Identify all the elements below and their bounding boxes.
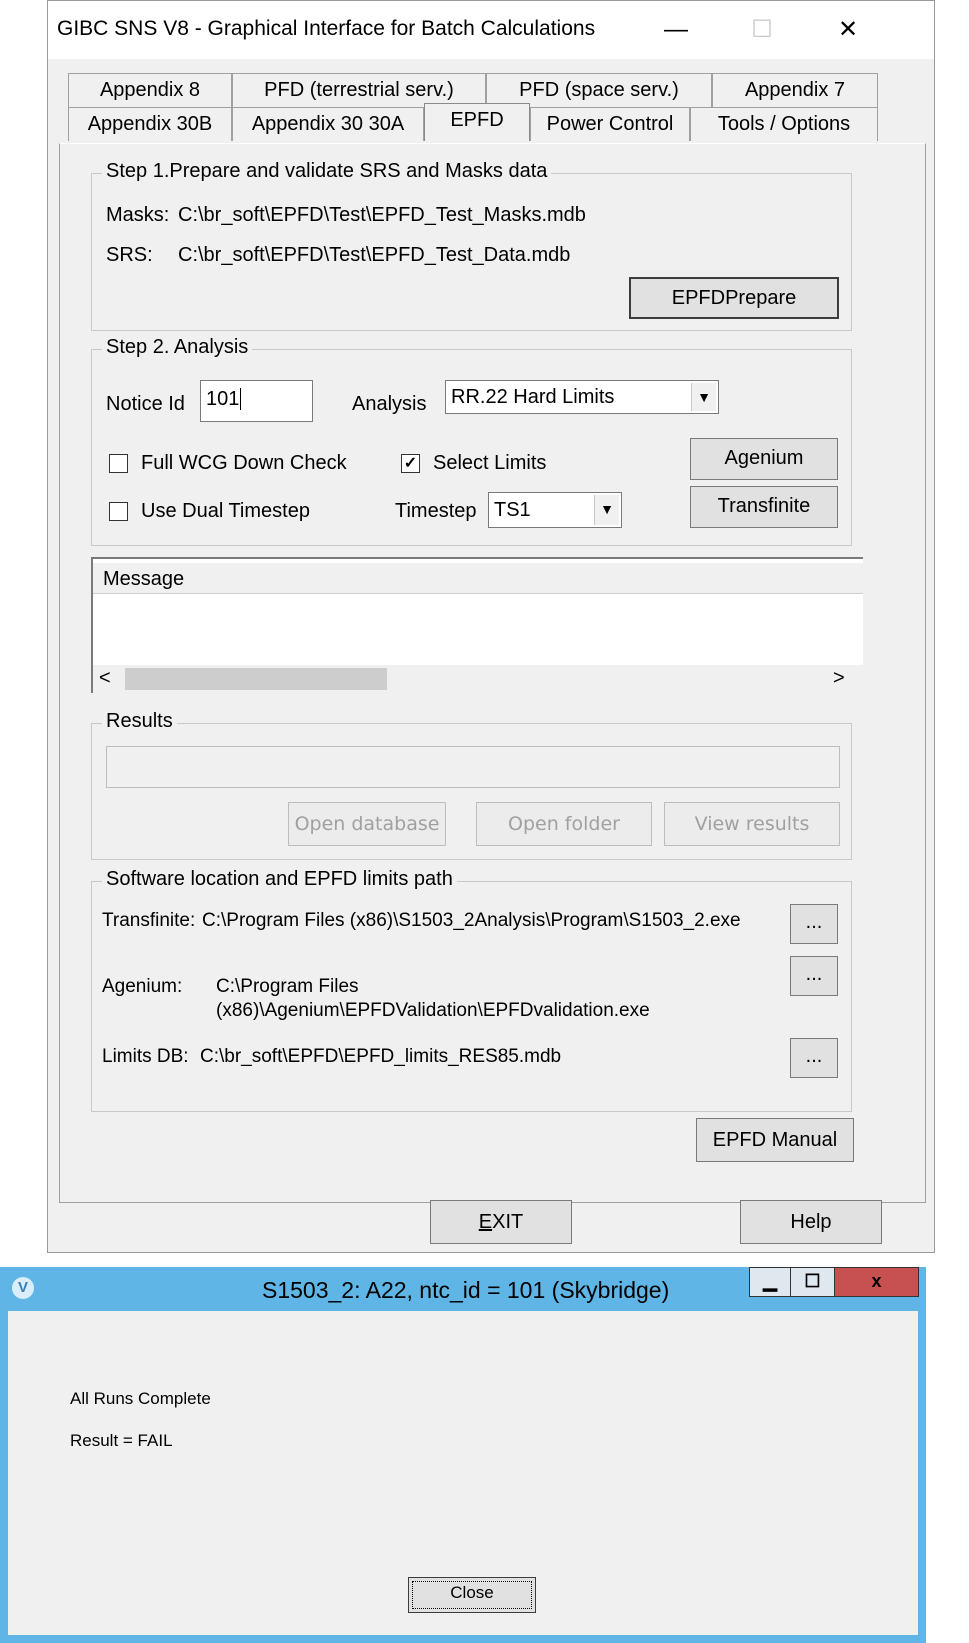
tab-epfd[interactable]: EPFD — [424, 103, 530, 141]
window-title: GIBC SNS V8 - Graphical Interface for Ba… — [57, 17, 596, 40]
analysis-label: Analysis — [352, 393, 427, 415]
masks-label: Masks: — [106, 204, 170, 226]
maximize-button[interactable]: ☐ — [734, 1, 790, 59]
agenium-path-line1: C:\Program Files — [216, 976, 359, 997]
dual-timestep-label: Use Dual Timestep — [141, 500, 310, 522]
popup-minimize-button[interactable]: ▁ — [749, 1267, 791, 1297]
horizontal-scrollbar[interactable]: < > — [93, 665, 863, 693]
popup-close-button[interactable]: x — [835, 1267, 919, 1297]
popup-title: S1503_2: A22, ntc_id = 101 (Skybridge) — [262, 1277, 670, 1303]
tab-appendix-8[interactable]: Appendix 8 — [68, 73, 232, 107]
minimize-button[interactable]: — — [648, 1, 704, 59]
popup-close-action-button[interactable]: Close — [408, 1577, 536, 1613]
dropdown-arrow-icon[interactable]: ▼ — [691, 383, 716, 411]
results-legend: Results — [102, 710, 177, 733]
notice-id-label: Notice Id — [106, 393, 185, 415]
full-wcg-label: Full WCG Down Check — [141, 452, 347, 474]
main-titlebar[interactable]: GIBC SNS V8 - Graphical Interface for Ba… — [48, 1, 934, 59]
result-line: Result = FAIL — [70, 1431, 173, 1450]
agenium-path-line2: (x86)\Agenium\EPFDValidation\EPFDvalidat… — [216, 1000, 650, 1021]
srs-label: SRS: — [106, 244, 153, 266]
masks-path: C:\br_soft\EPFD\Test\EPFD_Test_Masks.mdb — [178, 204, 586, 226]
close-button[interactable]: ✕ — [820, 1, 876, 59]
tab-tools-options[interactable]: Tools / Options — [690, 107, 878, 141]
step2-group: Step 2. Analysis Notice Id 101 Analysis … — [91, 336, 852, 546]
limits-db-label: Limits DB: — [102, 1046, 189, 1067]
software-legend: Software location and EPFD limits path — [102, 868, 457, 891]
popup-titlebar[interactable]: V S1503_2: A22, ntc_id = 101 (Skybridge)… — [0, 1267, 926, 1311]
timestep-label: Timestep — [395, 500, 477, 522]
exit-button[interactable]: EXIT — [430, 1200, 572, 1244]
scroll-left-icon[interactable]: < — [99, 667, 111, 690]
srs-path: C:\br_soft\EPFD\Test\EPFD_Test_Data.mdb — [178, 244, 571, 266]
tab-appendix-30-30a[interactable]: Appendix 30 30A — [232, 107, 424, 141]
analysis-value: RR.22 Hard Limits — [451, 386, 615, 408]
tab-panel-epfd: Step 1.Prepare and validate SRS and Mask… — [59, 143, 926, 1203]
checkmark-icon: ✓ — [403, 455, 418, 472]
message-column-header[interactable]: Message — [93, 563, 863, 594]
step2-legend: Step 2. Analysis — [102, 336, 253, 359]
full-wcg-checkbox[interactable] — [109, 454, 128, 473]
main-window: GIBC SNS V8 - Graphical Interface for Ba… — [47, 0, 935, 1253]
popup-client: All Runs Complete Result = FAIL Close — [8, 1311, 918, 1635]
epfd-prepare-button[interactable]: EPFDPrepare — [629, 277, 839, 319]
tab-power-control[interactable]: Power Control — [530, 107, 690, 141]
scrollbar-thumb[interactable] — [125, 668, 387, 690]
dropdown-arrow-icon[interactable]: ▼ — [594, 495, 619, 525]
message-header-label: Message — [103, 568, 185, 590]
timestep-value: TS1 — [494, 499, 531, 521]
tab-appendix-30b[interactable]: Appendix 30B — [68, 107, 232, 141]
epfd-manual-button[interactable]: EPFD Manual — [696, 1118, 854, 1162]
dual-timestep-checkbox[interactable] — [109, 502, 128, 521]
timestep-select[interactable]: TS1 ▼ — [488, 492, 622, 528]
tab-pfd-space[interactable]: PFD (space serv.) — [486, 73, 712, 107]
software-group: Software location and EPFD limits path T… — [91, 868, 852, 1112]
agenium-browse-button[interactable]: ... — [790, 956, 838, 996]
results-field — [106, 746, 840, 788]
transfinite-path-label: Transfinite: — [102, 910, 196, 931]
notice-id-input[interactable]: 101 — [200, 380, 313, 422]
open-folder-button[interactable]: Open folder — [476, 802, 652, 846]
limits-db-path: C:\br_soft\EPFD\EPFD_limits_RES85.mdb — [200, 1046, 562, 1067]
view-results-button[interactable]: View results — [664, 802, 840, 846]
results-group: Results Open database Open folder View r… — [91, 710, 852, 860]
status-line: All Runs Complete — [70, 1389, 211, 1408]
tab-pfd-terrestrial[interactable]: PFD (terrestrial serv.) — [232, 73, 486, 107]
open-database-button[interactable]: Open database — [288, 802, 446, 846]
help-button[interactable]: Help — [740, 1200, 882, 1244]
scroll-right-icon[interactable]: > — [833, 667, 845, 690]
transfinite-browse-button[interactable]: ... — [790, 904, 838, 944]
step1-legend: Step 1.Prepare and validate SRS and Mask… — [102, 160, 552, 183]
agenium-path-label: Agenium: — [102, 976, 183, 997]
step1-group: Step 1.Prepare and validate SRS and Mask… — [91, 160, 852, 331]
analysis-select[interactable]: RR.22 Hard Limits ▼ — [445, 380, 719, 414]
limits-browse-button[interactable]: ... — [790, 1038, 838, 1078]
tab-appendix-7[interactable]: Appendix 7 — [712, 73, 878, 107]
popup-maximize-button[interactable]: ☐ — [791, 1267, 835, 1297]
notice-id-value: 101 — [206, 388, 240, 410]
agenium-button[interactable]: Agenium — [690, 438, 838, 480]
transfinite-path: C:\Program Files (x86)\S1503_2Analysis\P… — [202, 910, 741, 931]
app-icon: V — [12, 1277, 34, 1299]
message-list[interactable]: Message < > — [91, 557, 863, 693]
popup-window: V S1503_2: A22, ntc_id = 101 (Skybridge)… — [0, 1267, 926, 1643]
transfinite-button[interactable]: Transfinite — [690, 486, 838, 528]
select-limits-label: Select Limits — [433, 452, 547, 474]
select-limits-checkbox[interactable]: ✓ — [401, 454, 420, 473]
